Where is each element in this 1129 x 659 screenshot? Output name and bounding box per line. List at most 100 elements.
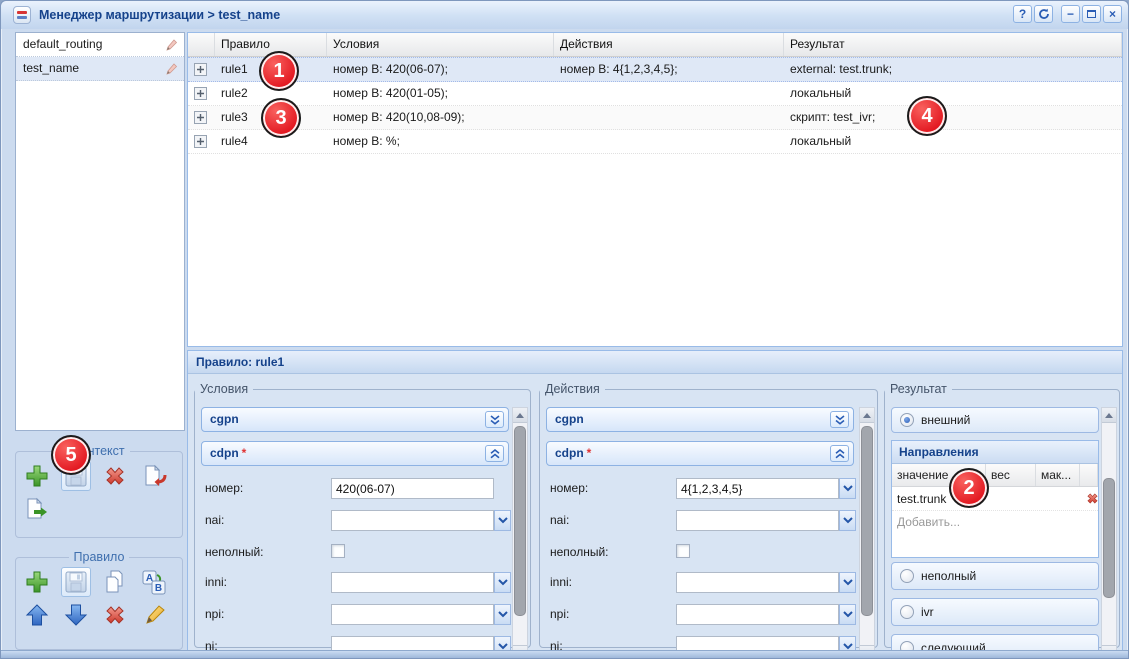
rename-rule-button[interactable]: A B (139, 567, 169, 597)
red-x-icon (102, 463, 128, 489)
number-combo[interactable] (676, 478, 856, 499)
nai-input[interactable] (331, 510, 494, 531)
expand-plus-icon[interactable] (194, 135, 215, 148)
collapse-chevrons-icon[interactable] (485, 445, 504, 462)
context-item-default-routing[interactable]: default_routing (16, 33, 184, 57)
radio-selected-icon[interactable] (900, 413, 914, 427)
number-label: номер: (205, 478, 243, 498)
expand-plus-icon[interactable] (194, 111, 215, 124)
direction-row-test-trunk[interactable]: test.trunk (892, 487, 1098, 511)
combo-arrow-icon[interactable] (839, 572, 856, 593)
refresh-button[interactable] (1034, 5, 1053, 23)
inni-input[interactable] (676, 572, 839, 593)
combo-arrow-icon[interactable] (839, 510, 856, 531)
column-header-weight[interactable]: вес (986, 464, 1036, 486)
scroll-up-icon[interactable] (860, 408, 874, 423)
number-input[interactable] (676, 478, 839, 499)
conditions-cgpn-bar[interactable]: cgpn (201, 407, 509, 432)
copy-rule-button[interactable] (100, 567, 130, 597)
cell-result: локальный (784, 130, 1122, 153)
incomplete-checkbox[interactable] (331, 544, 345, 558)
delete-context-button[interactable] (100, 461, 130, 491)
npi-input[interactable] (676, 604, 839, 625)
close-button[interactable]: × (1103, 5, 1122, 23)
nai-combo[interactable] (331, 510, 511, 531)
expand-plus-icon[interactable] (194, 63, 215, 76)
move-rule-down-button[interactable] (61, 600, 91, 630)
inni-combo[interactable] (676, 572, 856, 593)
add-direction-row[interactable]: Добавить... (892, 511, 1098, 535)
scroll-up-icon[interactable] (513, 408, 527, 423)
incomplete-checkbox[interactable] (676, 544, 690, 558)
delete-rule-button[interactable] (100, 600, 130, 630)
column-header-spacer (1080, 464, 1098, 486)
add-rule-button[interactable] (22, 567, 52, 597)
expand-chevrons-icon[interactable] (485, 411, 504, 428)
arrow-up-icon (24, 602, 50, 628)
expand-plus-icon[interactable] (194, 87, 215, 100)
routing-manager-window: Менеджер маршрутизации > test_name ? − ×… (0, 0, 1129, 659)
edit-rule-button[interactable] (139, 600, 169, 630)
npi-input[interactable] (331, 604, 494, 625)
inni-input[interactable] (331, 572, 494, 593)
column-header-result[interactable]: Результат (784, 33, 1122, 56)
title-bar: Менеджер маршрутизации > test_name ? − × (1, 1, 1128, 29)
collapse-chevrons-icon[interactable] (830, 445, 849, 462)
combo-arrow-icon[interactable] (494, 572, 511, 593)
combo-arrow-icon[interactable] (839, 478, 856, 499)
context-item-test-name[interactable]: test_name (16, 57, 184, 81)
result-scrollbar[interactable] (1101, 407, 1117, 652)
radio-icon[interactable] (900, 569, 914, 583)
nai-combo[interactable] (676, 510, 856, 531)
annotation-badge-2: 2 (949, 468, 989, 508)
minimize-button[interactable]: − (1061, 5, 1080, 23)
actions-cgpn-bar[interactable]: cgpn (546, 407, 854, 432)
result-option-external[interactable]: внешний (891, 407, 1099, 433)
nai-input[interactable] (676, 510, 839, 531)
combo-arrow-icon[interactable] (839, 604, 856, 625)
combo-arrow-icon[interactable] (494, 510, 511, 531)
column-header-conditions[interactable]: Условия (327, 33, 554, 56)
actions-scrollbar[interactable] (859, 407, 875, 652)
npi-combo[interactable] (331, 604, 511, 625)
import-context-button[interactable] (139, 461, 169, 491)
edit-pencil-icon[interactable] (163, 37, 179, 53)
npi-combo[interactable] (676, 604, 856, 625)
help-button[interactable]: ? (1013, 5, 1032, 23)
window-bottom-frame (1, 650, 1128, 658)
add-context-button[interactable] (22, 461, 52, 491)
column-header-actions[interactable]: Действия (554, 33, 784, 56)
move-rule-up-button[interactable] (22, 600, 52, 630)
conditions-scrollbar[interactable] (512, 407, 528, 652)
table-row-rule4[interactable]: rule4 номер B: %; локальный (188, 130, 1122, 154)
actions-cdpn-bar[interactable]: cdpn* (546, 441, 854, 466)
group-label: cgpn (555, 412, 584, 426)
delete-direction-icon[interactable] (1085, 491, 1100, 506)
option-label: внешний (921, 413, 970, 427)
copy-icon (102, 569, 128, 595)
conditions-cdpn-bar[interactable]: cdpn* (201, 441, 509, 466)
scrollbar-thumb[interactable] (1103, 478, 1115, 598)
cell-result: external: test.trunk; (784, 58, 1122, 81)
number-input[interactable] (331, 478, 494, 499)
expand-chevrons-icon[interactable] (830, 411, 849, 428)
result-option-incomplete[interactable]: неполный (891, 562, 1099, 590)
scrollbar-thumb[interactable] (861, 426, 873, 616)
context-list: default_routing test_name (15, 32, 185, 431)
inni-combo[interactable] (331, 572, 511, 593)
result-option-ivr[interactable]: ivr (891, 598, 1099, 626)
radio-icon[interactable] (900, 605, 914, 619)
maximize-button[interactable] (1082, 5, 1101, 23)
table-row-rule1[interactable]: rule1 номер B: 420(06-07); номер B: 4{1,… (188, 57, 1122, 82)
export-context-button[interactable] (22, 494, 52, 524)
column-header-max[interactable]: мак... (1036, 464, 1080, 486)
scrollbar-thumb[interactable] (514, 426, 526, 616)
arrow-down-icon (63, 602, 89, 628)
combo-arrow-icon[interactable] (494, 604, 511, 625)
edit-pencil-icon[interactable] (163, 61, 179, 77)
scroll-up-icon[interactable] (1102, 408, 1116, 423)
save-rule-button[interactable] (61, 567, 91, 597)
table-row-rule3[interactable]: rule3 номер B: 420(10,08-09); скрипт: te… (188, 106, 1122, 130)
directions-title: Направления (892, 441, 1098, 464)
table-row-rule2[interactable]: rule2 номер B: 420(01-05); локальный (188, 82, 1122, 106)
